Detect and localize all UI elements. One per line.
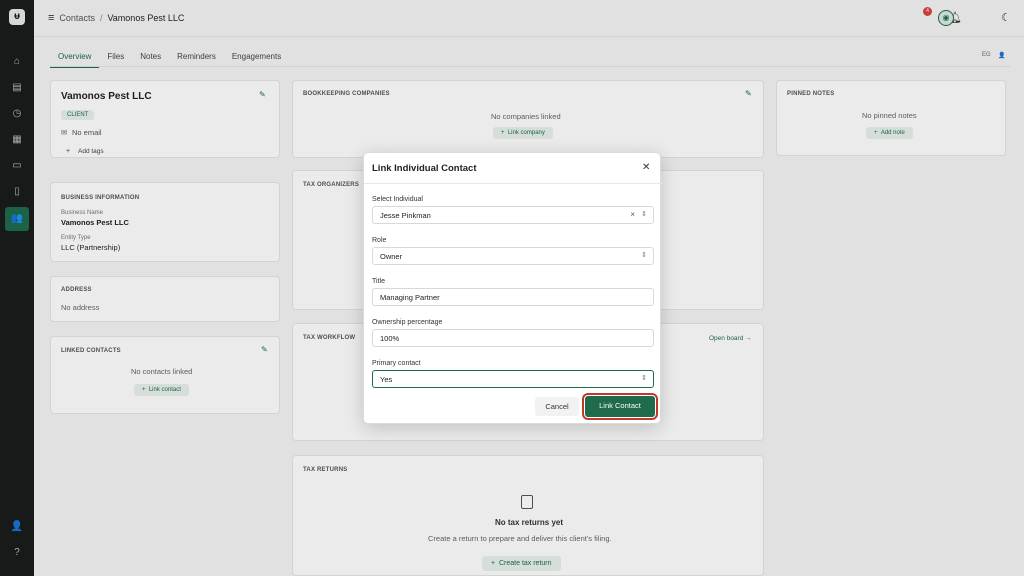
primary-contact-value: Yes <box>380 375 393 384</box>
role-label: Role <box>372 237 387 244</box>
link-contact-submit-button[interactable]: Link Contact <box>582 393 658 420</box>
link-contact-dialog: Link Individual Contact ✕ Select Individ… <box>363 152 662 424</box>
dialog-header: Link Individual Contact ✕ <box>364 153 662 184</box>
dialog-title: Link Individual Contact <box>372 163 477 174</box>
title-label: Title <box>372 278 385 285</box>
chevron-updown-icon: ⇕ <box>641 375 647 382</box>
primary-contact-select[interactable]: Yes ⇕ <box>372 370 654 388</box>
role-select[interactable]: Owner ⇕ <box>372 247 654 265</box>
ownership-value: 100% <box>380 334 400 343</box>
chevron-updown-icon: ⇕ <box>641 211 647 218</box>
chevron-updown-icon: ⇕ <box>641 252 647 259</box>
role-value: Owner <box>380 252 403 261</box>
individual-select[interactable]: Jesse Pinkman × ⇕ <box>372 206 654 224</box>
title-input[interactable]: Managing Partner <box>372 288 654 306</box>
individual-value: Jesse Pinkman <box>380 211 431 220</box>
individual-label: Select Individual <box>372 196 423 203</box>
primary-contact-label: Primary contact <box>372 360 421 367</box>
clear-icon[interactable]: × <box>630 210 635 219</box>
cancel-button[interactable]: Cancel <box>535 397 579 416</box>
title-value: Managing Partner <box>380 293 440 302</box>
ownership-label: Ownership percentage <box>372 319 443 326</box>
close-icon[interactable]: ✕ <box>642 162 650 173</box>
ownership-input[interactable]: 100% <box>372 329 654 347</box>
